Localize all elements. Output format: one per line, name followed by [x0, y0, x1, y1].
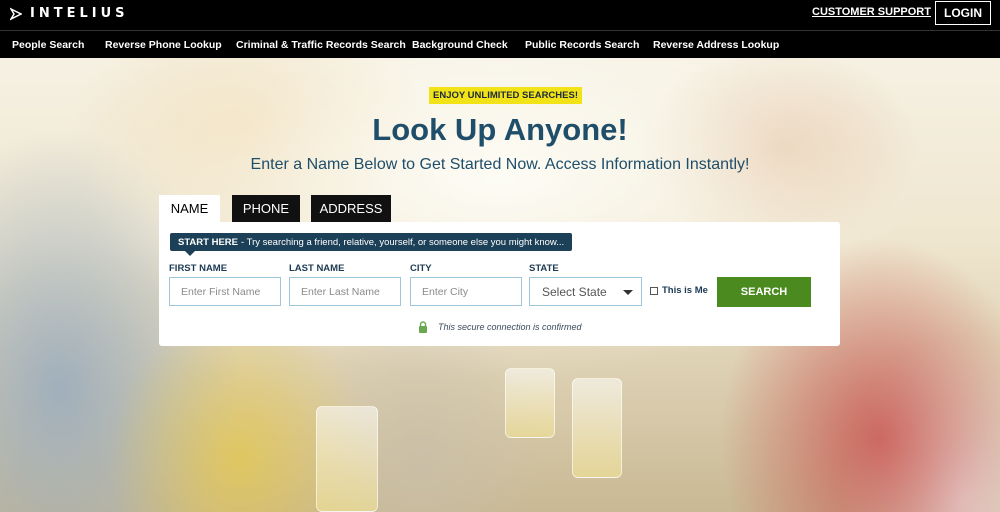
city-input[interactable]: Enter City: [410, 277, 522, 306]
search-form: START HERE - Try searching a friend, rel…: [159, 222, 840, 346]
brand-name: INTELIUS: [30, 6, 129, 21]
nav-item-public-records[interactable]: Public Records Search: [525, 39, 639, 51]
customer-support-link[interactable]: CUSTOMER SUPPORT: [812, 6, 931, 18]
secure-connection-note: This secure connection is confirmed: [418, 321, 582, 333]
login-button[interactable]: LOGIN: [935, 1, 991, 25]
this-is-me-label[interactable]: This is Me: [662, 285, 708, 296]
page-title: Look Up Anyone!: [372, 112, 628, 147]
this-is-me-checkbox[interactable]: [650, 287, 658, 295]
first-name-input[interactable]: Enter First Name: [169, 277, 281, 306]
secure-text: This secure connection is confirmed: [438, 322, 582, 332]
search-button[interactable]: SEARCH: [717, 277, 811, 307]
state-select-value: Select State: [542, 284, 607, 299]
page-subtitle: Enter a Name Below to Get Started Now. A…: [250, 156, 750, 173]
main-nav: People Search Reverse Phone Lookup Crimi…: [0, 30, 1000, 58]
nav-item-reverse-address[interactable]: Reverse Address Lookup: [653, 39, 779, 51]
tab-name[interactable]: NAME: [159, 195, 220, 222]
brand-logo[interactable]: INTELIUS: [10, 6, 129, 21]
lock-icon: [419, 321, 427, 333]
start-here-banner: START HERE - Try searching a friend, rel…: [170, 233, 573, 251]
last-name-input[interactable]: Enter Last Name: [289, 277, 401, 306]
city-label: CITY: [410, 263, 432, 274]
state-label: STATE: [529, 263, 559, 274]
start-here-text: - Try searching a friend, relative, your…: [241, 236, 565, 248]
arrow-mark-icon: [10, 7, 22, 20]
tab-address[interactable]: ADDRESS: [311, 195, 391, 222]
last-name-label: LAST NAME: [289, 263, 345, 274]
promo-badge: ENJOY UNLIMITED SEARCHES!: [429, 87, 582, 104]
chevron-down-icon: [623, 290, 633, 295]
start-here-label: START HERE: [178, 236, 238, 248]
tab-phone[interactable]: PHONE: [232, 195, 300, 222]
nav-item-people-search[interactable]: People Search: [12, 39, 84, 51]
nav-item-criminal-records[interactable]: Criminal & Traffic Records Search: [236, 39, 406, 51]
state-select[interactable]: Select State: [529, 277, 642, 306]
first-name-label: FIRST NAME: [169, 263, 228, 274]
top-bar: INTELIUS CUSTOMER SUPPORT LOGIN: [0, 0, 1000, 30]
nav-item-reverse-phone[interactable]: Reverse Phone Lookup: [105, 39, 222, 51]
hero-section: ENJOY UNLIMITED SEARCHES! Look Up Anyone…: [0, 58, 1000, 512]
nav-item-background-check[interactable]: Background Check: [412, 39, 508, 51]
start-here-pointer: [185, 251, 195, 256]
